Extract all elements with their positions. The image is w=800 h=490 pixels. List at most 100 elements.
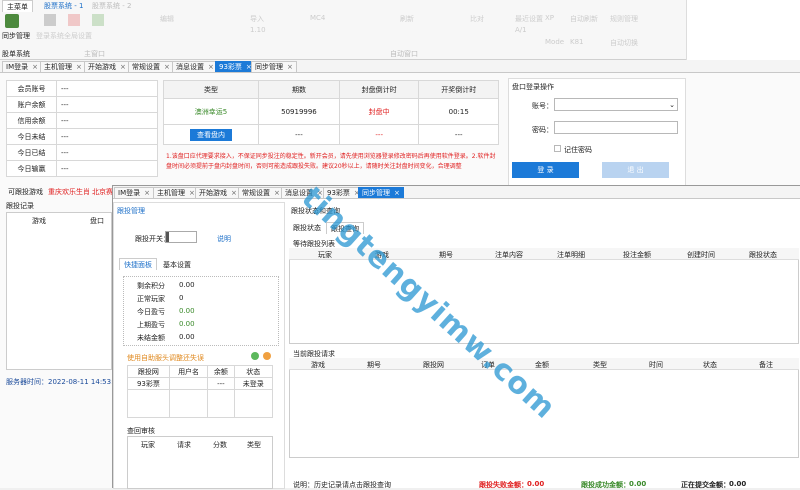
col-header: 金额	[535, 361, 549, 369]
period-empty: ---	[257, 124, 340, 145]
ribbon-faded-text: 全局设置	[64, 32, 92, 40]
stat-label: 未结金额	[137, 334, 165, 342]
game-item: 北京赛	[92, 188, 113, 196]
front-tab-start[interactable]: 开始游戏 ×	[195, 187, 241, 198]
review-title: 查回审核	[127, 427, 155, 435]
ribbon-group-label: 自动窗口	[390, 50, 418, 58]
record-title: 跟投记录	[6, 202, 34, 210]
lottery-table: 类型 期数 封盘倒计时 开奖倒计时 澳洲幸运5 50919996 封盘中 00:…	[163, 80, 499, 145]
front-tab-im[interactable]: IM登录 ×	[114, 187, 154, 198]
record-col: 盘口	[90, 217, 104, 225]
back-tab-im[interactable]: IM登录 ×	[2, 61, 42, 72]
login-button[interactable]: 登 录	[512, 162, 579, 178]
info-label: 今日未结	[6, 128, 57, 145]
scrollbar-right[interactable]	[686, 0, 800, 60]
back-tab-sync[interactable]: 同步管理 ×	[251, 61, 297, 72]
ribbon-tab-1[interactable]: 股票系统 - 1	[40, 0, 87, 12]
ribbon-group-label: 主窗口	[84, 50, 105, 58]
front-tab-host[interactable]: 主机管理 ×	[153, 187, 199, 198]
account-section-title: 使用自助服头调整还失误	[127, 354, 204, 362]
password-label: 密码：	[532, 126, 553, 134]
tab-basic[interactable]: 基本设置	[163, 260, 191, 270]
front-tab-common[interactable]: 常规设置 ×	[238, 187, 284, 198]
chevron-down-icon[interactable]: ⌄	[669, 101, 675, 109]
fail-amount-value: 0.00	[527, 480, 545, 488]
back-tab-common[interactable]: 常规设置 ×	[128, 61, 174, 72]
info-value: ---	[56, 112, 158, 129]
refresh-icon[interactable]	[251, 352, 259, 360]
col-header: 创建时间	[687, 251, 715, 259]
col-header: 游戏	[311, 361, 325, 369]
col-header: 余额	[207, 365, 235, 378]
help-link[interactable]: 说明	[217, 234, 231, 244]
col-header: 类型	[163, 80, 259, 99]
remember-label[interactable]: 记住密码	[564, 145, 592, 155]
stat-value: 0.00	[179, 281, 195, 289]
remember-checkbox[interactable]	[554, 145, 561, 152]
ribbon-faded-text: 刷新	[400, 15, 414, 23]
ribbon-faded-text: 最近设置	[515, 15, 543, 23]
ribbon-tab-main[interactable]: 主菜单	[2, 0, 33, 12]
back-tab-93[interactable]: 93彩票 ×	[215, 61, 256, 72]
col-header: 期号	[439, 251, 453, 259]
table-row[interactable]: ---	[207, 377, 235, 390]
table-row[interactable]: 未登录	[233, 377, 274, 390]
ribbon-faded-icon	[68, 14, 80, 26]
review-col: 类型	[247, 441, 261, 449]
logout-button[interactable]: 退 出	[602, 162, 669, 178]
col-header: 跟投网	[127, 365, 170, 378]
record-list	[6, 212, 112, 370]
stat-value: 0.00	[179, 333, 195, 341]
table-row[interactable]: 93彩票	[127, 377, 170, 390]
ribbon-faded-text: 自动刷新	[570, 15, 598, 23]
info-label: 今日输赢	[6, 160, 57, 177]
info-value: ---	[56, 96, 158, 113]
game-label: 可跟投游戏	[8, 188, 43, 196]
account-info-table: 会员账号 --- 账户余额 --- 信用余额 --- 今日未结 --- 今日已结 --- …	[6, 80, 158, 177]
ribbon-group-label: 股单系统	[2, 50, 30, 58]
tab-quick[interactable]: 快捷面板	[119, 258, 157, 270]
empty-cell	[233, 389, 274, 418]
password-input[interactable]	[554, 121, 678, 134]
account-select[interactable]: ⌄	[554, 98, 678, 111]
ribbon-faded-text: 1.10	[250, 26, 266, 34]
ribbon-tab-2[interactable]: 股票系统 - 2	[88, 0, 135, 12]
clear-icon[interactable]	[263, 352, 271, 360]
view-cell: 查看盘内	[163, 124, 259, 145]
ribbon-faded-text: 规则管理	[610, 15, 638, 23]
ribbon-faded-text: 自动切换	[610, 39, 638, 47]
success-amount-value: 0.00	[629, 480, 647, 488]
col-header: 状态	[233, 365, 274, 378]
switch-knob[interactable]	[166, 232, 169, 242]
account-label: 账号：	[532, 102, 553, 110]
col-header: 封盘倒计时	[338, 80, 420, 99]
back-tab-host[interactable]: 主机管理 ×	[40, 61, 86, 72]
ribbon-faded-text: 导入	[250, 15, 264, 23]
ribbon-faded-text: 比对	[470, 15, 484, 23]
sync-label[interactable]: 同步管理	[2, 31, 30, 41]
record-col: 游戏	[32, 217, 46, 225]
table-row[interactable]	[168, 377, 209, 390]
col-header: 期号	[367, 361, 381, 369]
info-value: ---	[56, 144, 158, 161]
sync-icon[interactable]	[5, 14, 19, 28]
ribbon-faded-text: K81	[570, 38, 584, 46]
stat-label: 上期盈亏	[137, 321, 165, 329]
stat-value: 0.00	[179, 320, 195, 328]
info-value: ---	[56, 128, 158, 145]
follow-switch[interactable]	[165, 231, 197, 243]
stat-label: 正常玩家	[137, 295, 165, 303]
draw-empty: ---	[418, 124, 499, 145]
game-item: 重庆欢乐生肖	[48, 188, 90, 196]
front-tab-sync[interactable]: 同步管理 ×	[358, 187, 404, 198]
info-label: 信用余额	[6, 112, 57, 129]
view-inside-button[interactable]: 查看盘内	[189, 128, 232, 141]
ribbon-faded-icon	[92, 14, 104, 26]
info-value: ---	[56, 80, 158, 97]
back-tab-msg[interactable]: 消息设置 ×	[172, 61, 218, 72]
stat-value: 0.00	[179, 307, 195, 315]
stat-label: 今日盈亏	[137, 308, 165, 316]
back-tab-start[interactable]: 开始游戏 ×	[84, 61, 130, 72]
review-col: 玩家	[141, 441, 155, 449]
ribbon-faded-text: XP	[545, 14, 555, 22]
